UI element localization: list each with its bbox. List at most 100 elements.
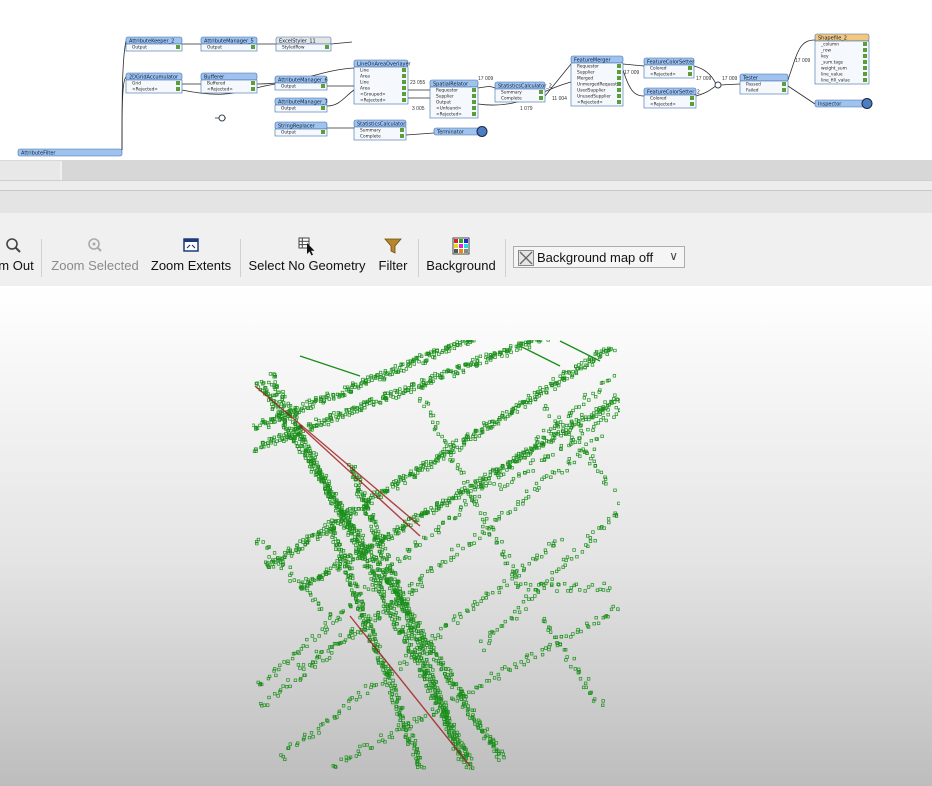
svg-text:AttributeManager_7: AttributeManager_7	[278, 99, 328, 105]
svg-text:_column: _column	[820, 42, 839, 48]
workspace-connection[interactable]	[330, 41, 353, 45]
svg-text:<Rejected>: <Rejected>	[360, 98, 386, 104]
canvas-scrollbar[interactable]	[0, 160, 932, 181]
transformer-shp[interactable]: Shapefile_2_column_rowkey_sum.tagsweight…	[814, 33, 870, 85]
workspace-connection[interactable]	[787, 85, 816, 105]
svg-text:<Rejected>: <Rejected>	[577, 100, 603, 106]
svg-text:Complete: Complete	[501, 96, 522, 102]
svg-text:<Rejected>: <Rejected>	[650, 102, 676, 108]
transformer-sr[interactable]: StringReplacerOutput	[274, 121, 328, 137]
workflow-graph[interactable]: 17 009 17 009 17 009 1 079 17 009 17 009 23 05…	[0, 0, 932, 160]
workspace-connection[interactable]	[544, 63, 572, 97]
svg-text:UsedSupplier: UsedSupplier	[577, 88, 606, 94]
svg-text:key: key	[821, 54, 829, 60]
svg-text:ExcelStyler_11: ExcelStyler_11	[279, 38, 316, 44]
svg-text:AttributeManager_6: AttributeManager_6	[278, 77, 328, 83]
svg-text:Colored: Colored	[650, 96, 667, 102]
svg-text:_sum.tags: _sum.tags	[820, 60, 844, 66]
svg-text:line_fill_value: line_fill_value	[821, 78, 850, 84]
zoom-out-button[interactable]: m Out	[0, 235, 36, 279]
svg-text:<Grouped>: <Grouped>	[360, 92, 386, 98]
svg-text:AttributeManager_5: AttributeManager_5	[204, 38, 254, 44]
geometry-display[interactable]	[0, 286, 932, 786]
toolbar-separator	[41, 239, 42, 277]
feature-count-label: 17 009	[722, 76, 738, 82]
transformer-spr[interactable]: SpatialRelatorRequestorSupplierOutput<Un…	[429, 79, 479, 119]
svg-text:Summary: Summary	[360, 128, 381, 134]
zoom-selected-button[interactable]: Zoom Selected	[50, 235, 140, 279]
svg-text:SpatialRelator: SpatialRelator	[433, 81, 469, 87]
svg-text:Output: Output	[281, 84, 296, 90]
svg-text:Requestor: Requestor	[436, 88, 458, 94]
zoom-extents-button[interactable]: Zoom Extents	[150, 235, 232, 279]
workspace-canvas[interactable]: 17 009 17 009 17 009 1 079 17 009 17 009 23 05…	[0, 0, 932, 160]
feature-count-label: 23 055	[410, 80, 426, 86]
workspace-connection[interactable]	[719, 83, 741, 86]
transformer-ak2[interactable]: AttributeKeeper_2Output	[125, 36, 183, 52]
transformer-fcs[interactable]: FeatureColorSetterColored<Rejected>	[643, 57, 695, 79]
svg-text:FeatureMerger: FeatureMerger	[574, 57, 612, 63]
svg-text:Output: Output	[207, 45, 222, 51]
transformer-sc[interactable]: StatisticsCalculatorSummaryComplete	[353, 119, 407, 141]
svg-text:weight_sum: weight_sum	[821, 66, 847, 72]
svg-text:Output: Output	[436, 100, 451, 106]
transformer-fm[interactable]: FeatureMergerRequestorSupplierMergedUnme…	[570, 55, 624, 107]
transformer-tst[interactable]: TesterPassedFailed	[739, 73, 789, 95]
transformer-insp[interactable]: Inspector	[814, 98, 873, 109]
svg-text:<Rejected>: <Rejected>	[436, 112, 462, 118]
svg-text:2DGridAccumulator: 2DGridAccumulator	[129, 74, 179, 80]
feature-count-label: 1 079	[520, 106, 533, 112]
svg-text:<Rejected>: <Rejected>	[132, 87, 158, 93]
background-map-select[interactable]: Background map off ∨	[513, 246, 685, 268]
transformer-es11[interactable]: ExcelStyler_11StyledRow	[275, 36, 332, 52]
workspace-connection[interactable]	[477, 86, 496, 89]
transformer-am6[interactable]: AttributeManager_6Output	[274, 75, 328, 91]
transformer-am5[interactable]: AttributeManager_5Output	[200, 36, 258, 52]
svg-text:Failed: Failed	[746, 88, 759, 94]
line-feature	[559, 340, 601, 362]
svg-text:Passed: Passed	[746, 82, 761, 88]
junction-node[interactable]	[714, 81, 722, 89]
junction-node[interactable]	[218, 114, 226, 122]
svg-text:Supplier: Supplier	[436, 94, 454, 100]
workspace-connection[interactable]	[622, 63, 645, 67]
transformer-am7[interactable]: AttributeManager_7Output	[274, 97, 328, 113]
svg-text:Line: Line	[360, 68, 369, 74]
svg-text:AttributeKeeper_2: AttributeKeeper_2	[129, 38, 174, 44]
transformer-fcs2[interactable]: FeatureColorSetter_2Colored<Rejected>	[643, 87, 700, 109]
background-map-value: Background map off	[537, 250, 654, 265]
feature-count-label: 3 005	[412, 106, 425, 112]
svg-text:StatisticsCalculator_2: StatisticsCalculator_2	[498, 83, 552, 89]
workspace-connection[interactable]	[405, 132, 435, 136]
transformer-sc2[interactable]: StatisticsCalculator_2SummaryComplete	[494, 81, 552, 103]
svg-text:Buffered: Buffered	[207, 81, 226, 87]
svg-text:StyledRow: StyledRow	[282, 45, 305, 51]
select-no-geometry-button[interactable]: Select No Geometry	[248, 235, 366, 279]
svg-text:Bufferer: Bufferer	[204, 74, 225, 80]
transformer-ga[interactable]: 2DGridAccumulatorGrid<Rejected>	[125, 72, 183, 94]
svg-text:Area: Area	[360, 74, 370, 80]
background-button[interactable]: Background	[426, 235, 496, 279]
toolbar-separator	[240, 239, 241, 277]
svg-text:<Unfound>: <Unfound>	[436, 106, 462, 112]
workspace-connection[interactable]	[326, 89, 355, 107]
feature-count-label: 17 009	[624, 70, 640, 76]
scrollbar-track[interactable]	[62, 161, 932, 181]
svg-text:Requestor: Requestor	[577, 64, 599, 70]
scrollbar-thumb[interactable]	[0, 161, 60, 181]
svg-text:UnmergedRequestor: UnmergedRequestor	[577, 82, 622, 88]
background-label: Background	[426, 258, 496, 273]
transformer-buf[interactable]: BuffererBuffered<Rejected>	[200, 72, 258, 94]
svg-text:StringReplacer: StringReplacer	[278, 123, 316, 129]
geometry-map-view[interactable]	[0, 286, 932, 786]
svg-text:Line: Line	[360, 80, 369, 86]
feature-count-label: 17 009	[696, 76, 712, 82]
toolbar-separator	[418, 239, 419, 277]
viewer-toolbar: m Out Zoom Selected Zoom Extents Select …	[0, 213, 932, 286]
transformer-af[interactable]: AttributeFilter	[17, 148, 123, 156]
transformer-loa[interactable]: LineOnAreaOverlayerLineAreaLineArea<Grou…	[353, 59, 412, 105]
svg-text:FeatureColorSetter: FeatureColorSetter	[647, 59, 695, 65]
filter-button[interactable]: Filter	[375, 235, 411, 279]
svg-text:Supplier: Supplier	[577, 70, 595, 76]
transformer-term[interactable]: Terminator	[433, 126, 488, 137]
